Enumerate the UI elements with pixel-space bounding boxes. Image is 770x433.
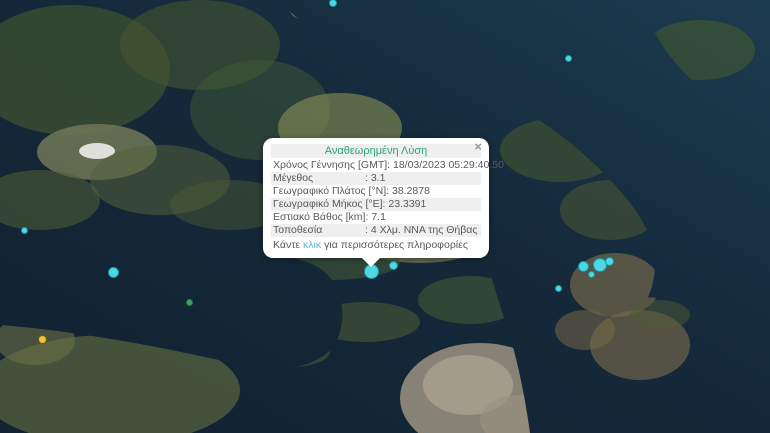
popup-row: Χρόνος Γέννησης [GMT]: 18/03/2023 05:29:…	[271, 159, 504, 172]
popup-detail-rows: Χρόνος Γέννησης [GMT]: 18/03/2023 05:29:…	[271, 159, 504, 237]
row-value: : 18/03/2023 05:29:40.50	[387, 159, 504, 171]
footer-text-prefix: Κάντε	[273, 239, 301, 251]
popup-tail-pointer	[362, 258, 380, 267]
row-label: Χρόνος Γέννησης [GMT]	[273, 159, 388, 171]
earthquake-marker-green[interactable]	[185, 298, 193, 306]
earthquake-marker-cyan[interactable]	[107, 266, 119, 278]
footer-text-suffix: για περισσότερες πληροφορίες	[324, 239, 468, 251]
earthquake-marker-cyan[interactable]	[604, 256, 614, 266]
row-value: : 3.1	[365, 172, 386, 184]
popup-row: Εστιακό Βάθος [km]: 7.1	[271, 211, 481, 224]
earthquake-map-screen: × Αναθεωρημένη Λύση Χρόνος Γέννησης [GMT…	[0, 0, 770, 433]
earthquake-marker-cyan[interactable]	[554, 284, 562, 292]
earthquake-popup: × Αναθεωρημένη Λύση Χρόνος Γέννησης [GMT…	[263, 138, 504, 267]
popup-row: Μέγεθος : 3.1	[271, 172, 481, 185]
row-value: : 4 Χλμ. NNA της Θήβας	[365, 224, 478, 236]
earthquake-marker-cyan[interactable]	[388, 260, 398, 270]
close-icon[interactable]: ×	[474, 140, 482, 153]
popup-row: Γεωγραφικό Μήκος [°E]: 23.3391	[271, 198, 481, 211]
row-value: : 38.2878	[386, 185, 430, 197]
row-label: Μέγεθος	[273, 172, 314, 184]
earthquake-marker-yellow[interactable]	[37, 334, 47, 344]
popup-row: Γεωγραφικό Πλάτος [°N]: 38.2878	[271, 185, 481, 198]
earthquake-marker-cyan[interactable]	[564, 54, 572, 62]
row-label: Τοποθεσία	[273, 224, 323, 236]
row-label: Εστιακό Βάθος [km]	[273, 211, 366, 223]
row-value: : 23.3391	[382, 198, 427, 210]
earthquake-marker-cyan[interactable]	[587, 270, 595, 278]
earthquake-marker-cyan[interactable]	[577, 260, 589, 272]
more-info-link[interactable]: κλικ	[303, 239, 321, 251]
popup-footer: Κάντε κλικ για περισσότερες πληροφορίες	[271, 237, 481, 252]
row-value: : 7.1	[365, 211, 386, 223]
popup-row: Τοποθεσία : 4 Χλμ. NNA της Θήβας	[271, 224, 481, 237]
earthquake-marker-cyan[interactable]	[329, 0, 337, 7]
row-label: Γεωγραφικό Πλάτος [°N]	[273, 185, 387, 197]
popup-title: Αναθεωρημένη Λύση	[271, 144, 481, 158]
row-label: Γεωγραφικό Μήκος [°E]	[273, 198, 383, 210]
earthquake-marker-cyan[interactable]	[20, 226, 28, 234]
